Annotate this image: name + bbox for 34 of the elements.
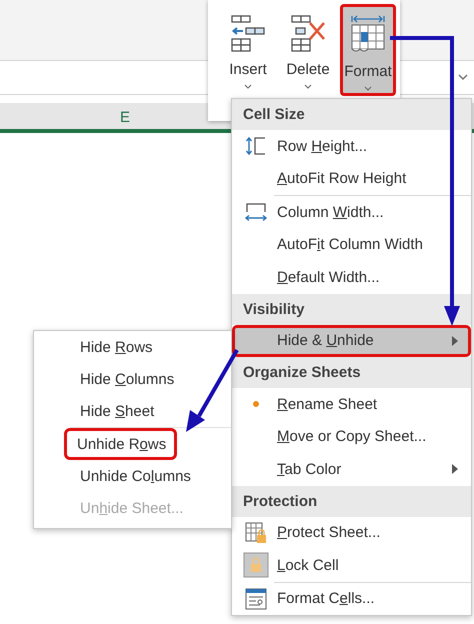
menu-item[interactable]: Column Width...: [232, 196, 471, 228]
caret-icon: [244, 84, 252, 89]
format-cells-icon: [244, 586, 268, 611]
menu-item[interactable]: Default Width...: [232, 261, 471, 294]
submenu-item[interactable]: Hide Sheet: [34, 395, 166, 427]
submenu-item[interactable]: Unhide Columns: [34, 460, 202, 492]
submenu-item[interactable]: Hide Rows: [34, 331, 164, 363]
menu-item[interactable]: AutoFit Row Height: [232, 162, 471, 195]
column-header[interactable]: E: [50, 109, 200, 129]
menu-item[interactable]: Row Height...: [232, 130, 471, 162]
column-width-icon: [244, 202, 268, 222]
chevron-icon[interactable]: [458, 74, 468, 81]
menu-item[interactable]: Move or Copy Sheet...: [232, 420, 471, 453]
section-header: Visibility: [232, 294, 471, 324]
menu-item[interactable]: Protect Sheet...: [232, 516, 471, 549]
section-header: Organize Sheets: [232, 357, 471, 388]
caret-icon: [364, 86, 372, 91]
ribbon-button[interactable]: Delete: [280, 4, 336, 96]
menu-item[interactable]: Format Cells...: [232, 582, 471, 615]
menu-item[interactable]: Tab Color: [232, 453, 471, 486]
menu-item[interactable]: Rename Sheet: [232, 388, 471, 420]
locked-sheet-icon: [244, 520, 268, 545]
ribbon-button[interactable]: Insert: [220, 4, 276, 96]
ribbon-button[interactable]: Format: [340, 4, 396, 96]
section-header: Cell Size: [232, 99, 471, 130]
menu-item[interactable]: Hide & Unhide: [232, 324, 471, 357]
row-height-icon: [245, 136, 267, 156]
menu-item[interactable]: AutoFit Column Width: [232, 228, 471, 261]
submenu-item[interactable]: Hide Columns: [34, 363, 186, 395]
lock-icon: [243, 552, 269, 578]
section-header: Protection: [232, 486, 471, 516]
caret-icon: [304, 84, 312, 89]
submenu-item[interactable]: Unhide Rows: [64, 428, 178, 460]
menu-item[interactable]: Lock Cell: [232, 549, 471, 582]
